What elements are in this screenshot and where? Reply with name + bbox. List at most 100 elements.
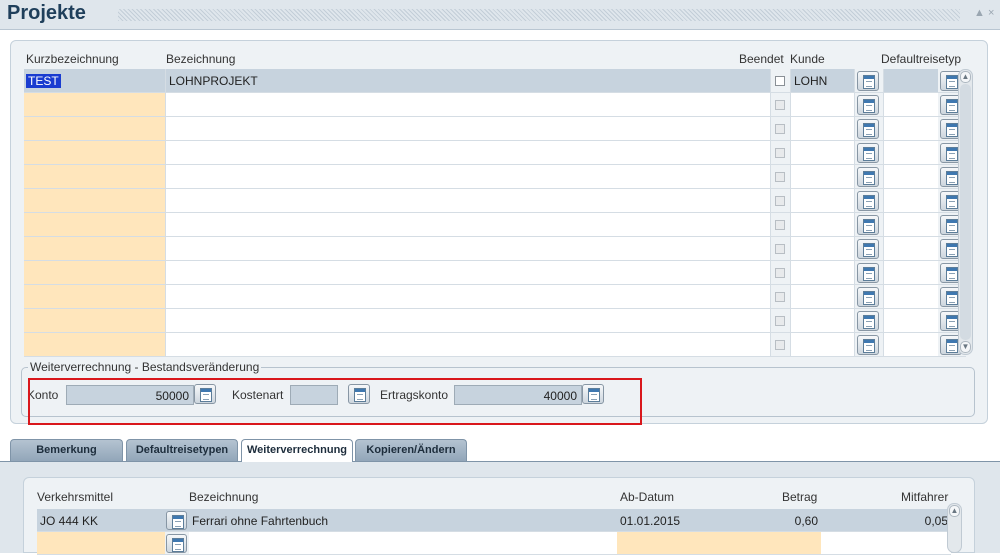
- cell-kunde[interactable]: [790, 237, 855, 261]
- cell-bezeichnung[interactable]: [166, 189, 771, 213]
- table-row[interactable]: [24, 213, 969, 237]
- cell-defaultreisetyp[interactable]: [883, 117, 938, 141]
- cell-defaultreisetyp[interactable]: [883, 237, 938, 261]
- cell-bezeichnung[interactable]: LOHNPROJEKT: [166, 69, 771, 93]
- beendet-checkbox[interactable]: [775, 244, 785, 254]
- cell-bezeichnung[interactable]: [166, 333, 771, 357]
- kunde-lov-button[interactable]: [855, 189, 883, 213]
- beendet-checkbox[interactable]: [775, 316, 785, 326]
- cell-bezeichnung[interactable]: [166, 309, 771, 333]
- projects-scrollbar[interactable]: ▲ ▼: [958, 69, 973, 355]
- kunde-lov-button[interactable]: [855, 309, 883, 333]
- cell-defaultreisetyp[interactable]: [883, 93, 938, 117]
- beendet-checkbox[interactable]: [775, 124, 785, 134]
- cell-bezeichnung[interactable]: [166, 237, 771, 261]
- table-row[interactable]: [24, 117, 969, 141]
- beendet-checkbox[interactable]: [775, 292, 785, 302]
- kunde-lov-button[interactable]: [855, 141, 883, 165]
- table-row[interactable]: [24, 309, 969, 333]
- table-row[interactable]: [24, 141, 969, 165]
- cell-kurzbezeichnung[interactable]: [24, 261, 166, 285]
- cell-kunde[interactable]: [790, 165, 855, 189]
- kunde-lov-button[interactable]: [855, 333, 883, 357]
- cell-kurzbezeichnung[interactable]: [24, 117, 166, 141]
- cell-kunde[interactable]: LOHN: [790, 69, 855, 93]
- kunde-lov-button[interactable]: [855, 93, 883, 117]
- cell-kunde[interactable]: [790, 141, 855, 165]
- cell-bezeichnung[interactable]: [166, 141, 771, 165]
- cell-vehicle-bezeichnung[interactable]: Ferrari ohne Fahrtenbuch: [189, 509, 617, 532]
- cell-mitfahrer[interactable]: [821, 532, 951, 555]
- tab-bemerkung[interactable]: Bemerkung: [10, 439, 123, 461]
- cell-defaultreisetyp[interactable]: [883, 333, 938, 357]
- cell-defaultreisetyp[interactable]: [883, 165, 938, 189]
- cell-kurzbezeichnung[interactable]: [24, 93, 166, 117]
- cell-kunde[interactable]: [790, 285, 855, 309]
- vehicle-lov-button[interactable]: [165, 532, 189, 555]
- beendet-checkbox[interactable]: [775, 172, 785, 182]
- cell-defaultreisetyp[interactable]: [883, 69, 938, 93]
- cell-kurzbezeichnung[interactable]: [24, 333, 166, 357]
- kunde-lov-button[interactable]: [855, 69, 883, 93]
- cell-kunde[interactable]: [790, 93, 855, 117]
- cell-defaultreisetyp[interactable]: [883, 261, 938, 285]
- cell-defaultreisetyp[interactable]: [883, 213, 938, 237]
- beendet-checkbox[interactable]: [775, 220, 785, 230]
- cell-kurzbezeichnung[interactable]: [24, 189, 166, 213]
- cell-bezeichnung[interactable]: [166, 261, 771, 285]
- cell-betrag[interactable]: 0,60: [693, 509, 821, 532]
- kunde-lov-button[interactable]: [855, 237, 883, 261]
- cell-kurzbezeichnung[interactable]: [24, 237, 166, 261]
- cell-ab-datum[interactable]: [617, 532, 693, 555]
- scroll-down-icon[interactable]: ▼: [960, 341, 971, 353]
- beendet-checkbox[interactable]: [775, 268, 785, 278]
- beendet-checkbox[interactable]: [775, 148, 785, 158]
- tab-defaultreisetypen[interactable]: Defaultreisetypen: [126, 439, 238, 461]
- cell-bezeichnung[interactable]: [166, 117, 771, 141]
- table-row[interactable]: [24, 165, 969, 189]
- cell-betrag[interactable]: [693, 532, 821, 555]
- vehicle-lov-button[interactable]: [165, 509, 189, 532]
- vehicles-scrollbar[interactable]: ▲: [947, 503, 962, 553]
- minimize-icon[interactable]: ▲: [974, 7, 985, 19]
- cell-kurzbezeichnung[interactable]: [24, 165, 166, 189]
- cell-kunde[interactable]: [790, 189, 855, 213]
- cell-bezeichnung[interactable]: [166, 213, 771, 237]
- cell-kunde[interactable]: [790, 213, 855, 237]
- table-row[interactable]: [24, 333, 969, 357]
- table-row[interactable]: [24, 93, 969, 117]
- cell-kurzbezeichnung[interactable]: TEST: [24, 69, 166, 93]
- scroll-up-icon[interactable]: ▲: [949, 505, 960, 517]
- cell-defaultreisetyp[interactable]: [883, 141, 938, 165]
- beendet-checkbox[interactable]: [775, 340, 785, 350]
- tab-weiterverrechnung[interactable]: Weiterverrechnung: [241, 439, 353, 462]
- table-row[interactable]: [24, 261, 969, 285]
- cell-verkehrsmittel[interactable]: JO 444 KK: [37, 509, 165, 532]
- cell-defaultreisetyp[interactable]: [883, 189, 938, 213]
- beendet-checkbox[interactable]: [775, 196, 785, 206]
- cell-kunde[interactable]: [790, 333, 855, 357]
- kunde-lov-button[interactable]: [855, 285, 883, 309]
- table-row[interactable]: TEST LOHNPROJEKT LOHN: [24, 69, 969, 93]
- beendet-checkbox[interactable]: [775, 76, 785, 86]
- kunde-lov-button[interactable]: [855, 261, 883, 285]
- table-row[interactable]: [24, 285, 969, 309]
- cell-bezeichnung[interactable]: [166, 285, 771, 309]
- cell-verkehrsmittel[interactable]: [37, 532, 165, 555]
- cell-mitfahrer[interactable]: 0,05: [821, 509, 951, 532]
- cell-defaultreisetyp[interactable]: [883, 285, 938, 309]
- scroll-thumb[interactable]: [960, 84, 971, 340]
- cell-kunde[interactable]: [790, 309, 855, 333]
- tab-kopieren-aendern[interactable]: Kopieren/Ändern: [355, 439, 467, 461]
- cell-vehicle-bezeichnung[interactable]: [189, 532, 617, 555]
- cell-kunde[interactable]: [790, 261, 855, 285]
- kunde-lov-button[interactable]: [855, 213, 883, 237]
- kunde-lov-button[interactable]: [855, 165, 883, 189]
- cell-ab-datum[interactable]: 01.01.2015: [617, 509, 693, 532]
- scroll-up-icon[interactable]: ▲: [960, 71, 971, 83]
- cell-kunde[interactable]: [790, 117, 855, 141]
- cell-defaultreisetyp[interactable]: [883, 309, 938, 333]
- table-row[interactable]: JO 444 KK Ferrari ohne Fahrtenbuch 01.01…: [37, 509, 960, 532]
- table-row[interactable]: [37, 532, 960, 555]
- cell-kurzbezeichnung[interactable]: [24, 141, 166, 165]
